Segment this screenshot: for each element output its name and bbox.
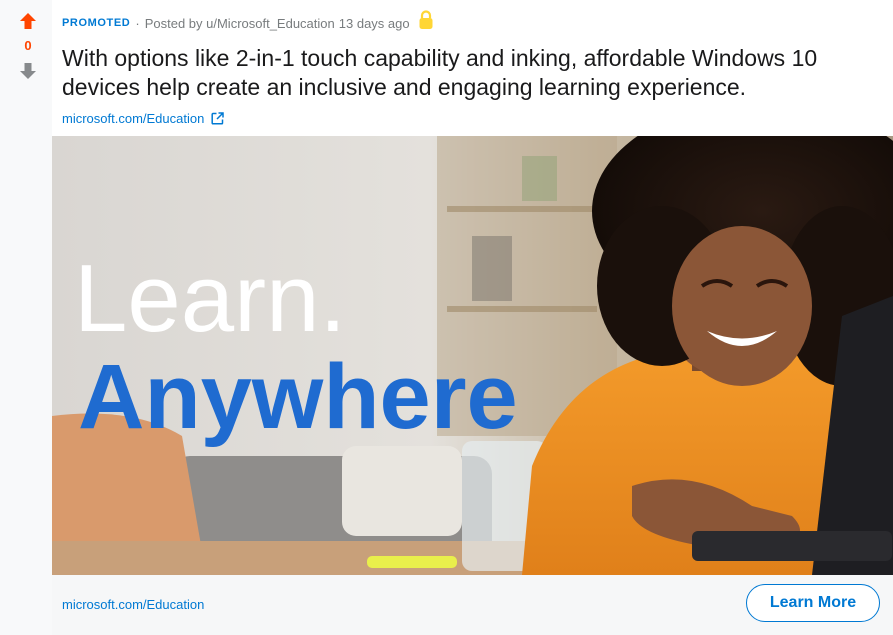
promoted-label: PROMOTED <box>62 17 131 29</box>
downvote-arrow-icon[interactable] <box>18 62 38 80</box>
posted-by-author[interactable]: Posted by u/Microsoft_Education <box>145 16 335 31</box>
meta-separator: · <box>135 15 140 31</box>
ad-image-line1: Learn. <box>74 245 346 352</box>
post-age: 13 days ago <box>338 15 410 31</box>
upvote-arrow-icon[interactable] <box>18 12 38 30</box>
post-domain-link[interactable]: microsoft.com/Education <box>62 111 225 126</box>
ad-image-illustration: Learn. Anywhere <box>52 136 893 575</box>
lock-icon <box>419 10 433 29</box>
footer-domain-link[interactable]: microsoft.com/Education <box>62 597 204 612</box>
vote-column: 0 <box>0 0 52 635</box>
ad-image[interactable]: Learn. Anywhere <box>52 136 893 575</box>
external-link-icon <box>211 112 225 125</box>
vote-count: 0 <box>24 38 32 53</box>
learn-more-button[interactable]: Learn More <box>746 584 880 622</box>
post-title[interactable]: With options like 2-in-1 touch capabilit… <box>62 44 877 102</box>
ad-footer: microsoft.com/Education Learn More <box>52 575 893 635</box>
promoted-post-card: 0 PROMOTED · Posted by u/Microsoft_Educa… <box>0 0 893 635</box>
ad-image-line2: Anywhere <box>78 346 518 448</box>
post-domain-text: microsoft.com/Education <box>62 111 205 126</box>
post-meta: PROMOTED · Posted by u/Microsoft_Educati… <box>62 10 434 33</box>
